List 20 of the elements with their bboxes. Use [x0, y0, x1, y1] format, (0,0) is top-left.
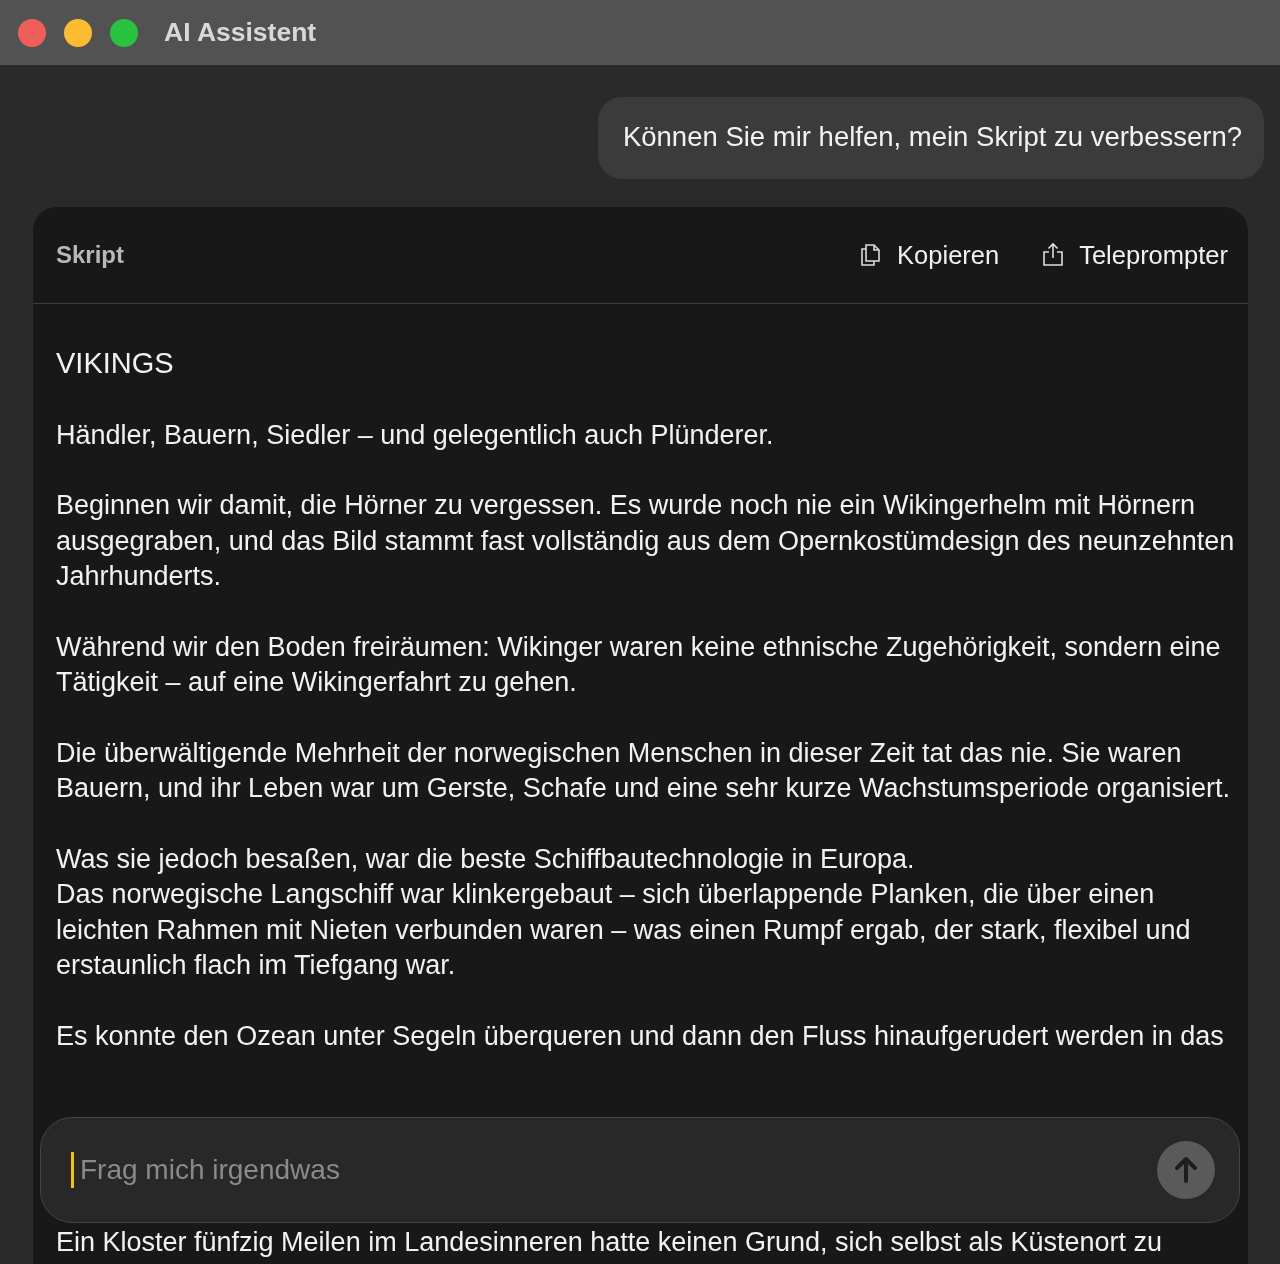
message-input[interactable]: Frag mich irgendwas — [40, 1117, 1240, 1223]
script-paragraph: Die überwältigende Mehrheit der norwegischen Menschen in dieser Zeit tat das nie. Sie waren Bauern, und ihr Leben war um Gerste, Schafe und eine sehr kurze Wachstumsperiode organisiert. — [56, 736, 1232, 805]
card-title: Skript — [56, 241, 124, 269]
user-message: Können Sie mir helfen, mein Skript zu verbessern? — [597, 97, 1264, 179]
script-paragraph: Das norwegische Langschiff war klinkergebaut – sich überlappende Planken, die über einen leichten Rahmen mit Nieten verbunden waren – was einen Rumpf ergab, der stark, flexibel und erstaunlich flach im Tiefgang war. — [56, 878, 1192, 982]
script-paragraph: Ein Kloster fünfzig Meilen im Landesinneren hatte keinen Grund, sich selbst als Küstenort zu — [56, 1225, 1164, 1259]
text-cursor — [71, 1152, 74, 1188]
script-heading: VIKINGS — [56, 346, 175, 381]
copy-button[interactable]: Kopieren — [857, 240, 1000, 270]
script-paragraph: Was sie jedoch besaßen, war die beste Schiffbautechnologie in Europa. — [56, 842, 916, 876]
share-button[interactable]: Teleprompter — [1039, 240, 1228, 270]
script-paragraph: Händler, Bauern, Siedler – und gelegentlich auch Plünderer. — [56, 418, 775, 452]
script-paragraph: Es konnte den Ozean unter Segeln überqueren und dann den Fluss hinaufgerudert werden in das — [56, 1019, 1225, 1053]
script-paragraph: Beginnen wir damit, die Hörner zu vergessen. Es wurde noch nie ein Wikingerhelm mit Hörnern ausgegraben, und das Bild stammt fast vollständig aus dem Opernkostümdesign des neunzehnten Jahrhunderts. — [56, 489, 1236, 593]
message-field[interactable]: Frag mich irgendwas — [78, 1153, 1157, 1187]
window-title: AI Assistent — [164, 17, 317, 48]
zoom-button[interactable] — [110, 18, 138, 47]
minimize-button[interactable] — [64, 18, 92, 47]
script-paragraph: Während wir den Boden freiräumen: Wikinger waren keine ethnische Zugehörigkeit, sondern eine Tätigkeit – auf eine Wikingerfahrt zu gehen. — [56, 630, 1222, 699]
close-button[interactable] — [18, 18, 46, 47]
